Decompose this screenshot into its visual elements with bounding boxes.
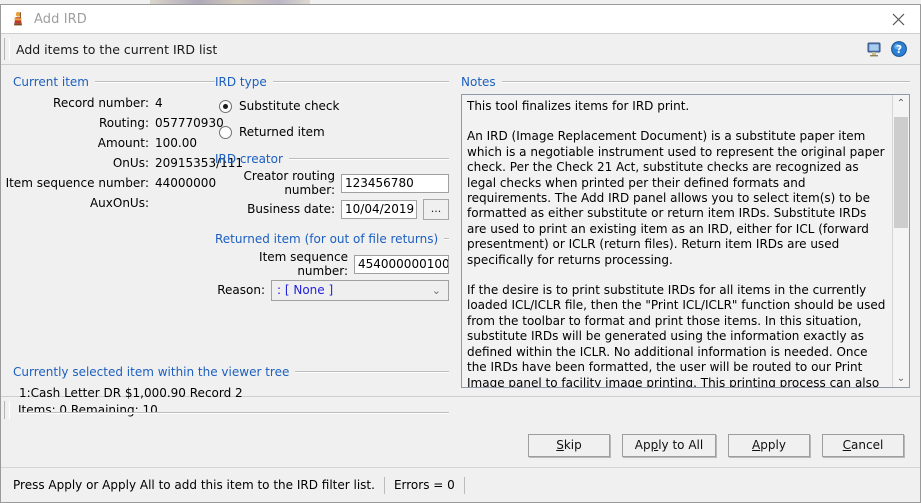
scrollbar-track[interactable] (893, 112, 909, 370)
title-bar: Add IRD (1, 5, 920, 33)
viewer-tree-selected-item: 1:Cash Letter DR $1,000.90 Record 2 (19, 386, 243, 400)
app-figure-icon (10, 11, 26, 27)
footer-separator (383, 476, 385, 494)
field-label: Routing: (98, 116, 149, 130)
scroll-up-icon[interactable]: ⌃ (893, 95, 909, 112)
radio-returned-item[interactable]: Returned item (219, 121, 449, 143)
current-item-group: Current item (13, 75, 215, 89)
footer-hint: Press Apply or Apply All to add this ite… (13, 478, 375, 492)
cancel-button[interactable]: Cancel (822, 433, 904, 457)
header-bar: Add items to the current IRD list ? (1, 33, 920, 65)
creator-routing-input[interactable]: 123456780 (341, 173, 449, 193)
reason-dropdown[interactable]: : [ None ] ⌄ (271, 279, 449, 301)
scrollbar-thumb[interactable] (894, 117, 908, 229)
notes-group-title: Notes (461, 75, 496, 89)
skip-button-label: Skip (556, 438, 582, 452)
apply-to-all-button[interactable]: Apply to All (622, 433, 716, 457)
returned-item-title-sub: (for out of file returns) (304, 232, 439, 246)
footer-errors: Errors = 0 (393, 478, 455, 492)
skip-button[interactable]: Skip (528, 433, 610, 457)
radio-label: Substitute check (239, 99, 340, 113)
field-label: Record number: (53, 96, 149, 110)
viewer-tree-group-title: Currently selected item within the viewe… (13, 365, 290, 379)
ird-creator-group-header: IRD creator (215, 152, 449, 166)
returned-item-title-main: Returned item (215, 232, 301, 246)
ird-creator-group-title: IRD creator (215, 152, 283, 166)
scroll-down-icon[interactable]: ⌄ (893, 370, 909, 387)
footer-bar: Press Apply or Apply All to add this ite… (1, 468, 920, 502)
chevron-down-icon: ⌄ (431, 283, 441, 297)
screen: Add IRD Add items to the current IRD lis… (0, 0, 921, 503)
header-icon-group: ? (863, 38, 914, 60)
radio-icon[interactable] (219, 99, 232, 113)
apply-to-all-button-label: Apply to All (634, 438, 704, 452)
field-label: AuxOnUs: (89, 196, 149, 210)
svg-text:?: ? (896, 44, 902, 56)
header-grip (4, 38, 10, 60)
reason-label: Reason: (217, 283, 265, 297)
apply-button[interactable]: Apply (728, 433, 810, 457)
left-panel: Current item Record number: 4 Routing: 0… (1, 65, 461, 414)
dialog-body: Current item Record number: 4 Routing: 0… (1, 65, 920, 414)
current-item-group-header: Current item (13, 75, 215, 89)
notes-group-header: Notes (461, 75, 910, 89)
field-value: 4 (155, 96, 163, 110)
notes-paragraph: This tool finalizes items for IRD print. (467, 99, 690, 113)
field-value: 100.00 (155, 136, 197, 150)
returned-item-group-header: Returned item (for out of file returns) (215, 232, 449, 246)
creator-routing-row: Creator routing number: 123456780 (215, 169, 449, 197)
viewer-tree-group-header: Currently selected item within the viewe… (13, 365, 449, 379)
viewer-tree-divider (19, 412, 449, 414)
notes-content: This tool finalizes items for IRD print.… (462, 95, 892, 387)
notes-paragraph: If the desire is to print substitute IRD… (467, 283, 886, 387)
field-label: OnUs: (112, 156, 149, 170)
viewer-tree-section: Currently selected item within the viewe… (13, 365, 449, 414)
help-icon[interactable]: ? (888, 38, 910, 60)
notes-panel: Notes This tool finalizes items for IRD … (461, 65, 920, 396)
group-rule (295, 371, 449, 373)
notes-textarea[interactable]: This tool finalizes items for IRD print.… (461, 94, 910, 388)
notes-spacer (461, 388, 910, 396)
group-rule (95, 81, 215, 83)
notes-scrollbar[interactable]: ⌃ ⌄ (892, 95, 909, 387)
radio-label: Returned item (239, 125, 325, 139)
footer-separator-2 (463, 476, 465, 494)
window-title: Add IRD (34, 11, 87, 27)
monitor-icon[interactable] (863, 38, 885, 60)
field-value: 057770930 (155, 116, 224, 130)
cancel-button-label: Cancel (842, 438, 884, 452)
close-icon[interactable] (876, 5, 920, 33)
apply-button-label: Apply (752, 438, 786, 452)
returned-item-sequence-input[interactable]: 454000000100 (354, 254, 449, 274)
field-label: Amount: (97, 136, 149, 150)
field-label: Item sequence number: (5, 176, 149, 190)
radio-icon[interactable] (219, 125, 232, 139)
group-rule (288, 158, 449, 160)
creator-routing-label: Creator routing number: (243, 169, 335, 197)
business-date-input[interactable]: 10/04/2019 (341, 199, 417, 219)
notes-paragraph: An IRD (Image Replacement Document) is a… (467, 129, 885, 267)
field-value: 44000000 (155, 176, 217, 190)
dialog-button-bar: Skip Apply to All Apply Cancel (1, 423, 920, 468)
group-rule (272, 81, 449, 83)
status-grip (4, 401, 10, 419)
ird-type-group-title: IRD type (215, 75, 267, 89)
business-date-browse-button[interactable]: ... (423, 198, 449, 220)
group-rule (501, 81, 910, 83)
business-date-label: Business date: (247, 202, 335, 216)
reason-dropdown-value: : [ None ] (277, 283, 334, 297)
group-rule (444, 238, 449, 240)
radio-substitute-check[interactable]: Substitute check (219, 95, 449, 117)
header-title: Add items to the current IRD list (16, 41, 218, 57)
returned-item-sequence-label: Item sequence number: (259, 250, 348, 278)
returned-item-group-title: Returned item (for out of file returns) (215, 232, 438, 246)
ird-type-group-header: IRD type (215, 75, 449, 89)
returned-item-sequence-row: Item sequence number: 454000000100 (215, 250, 449, 278)
reason-row: Reason: : [ None ] ⌄ (215, 277, 449, 303)
current-item-group-title: Current item (13, 75, 89, 89)
add-ird-dialog: Add IRD Add items to the current IRD lis… (0, 4, 921, 503)
ird-type-section: IRD type Substitute check Returned item … (215, 75, 449, 303)
business-date-row: Business date: 10/04/2019 ... (215, 196, 449, 222)
